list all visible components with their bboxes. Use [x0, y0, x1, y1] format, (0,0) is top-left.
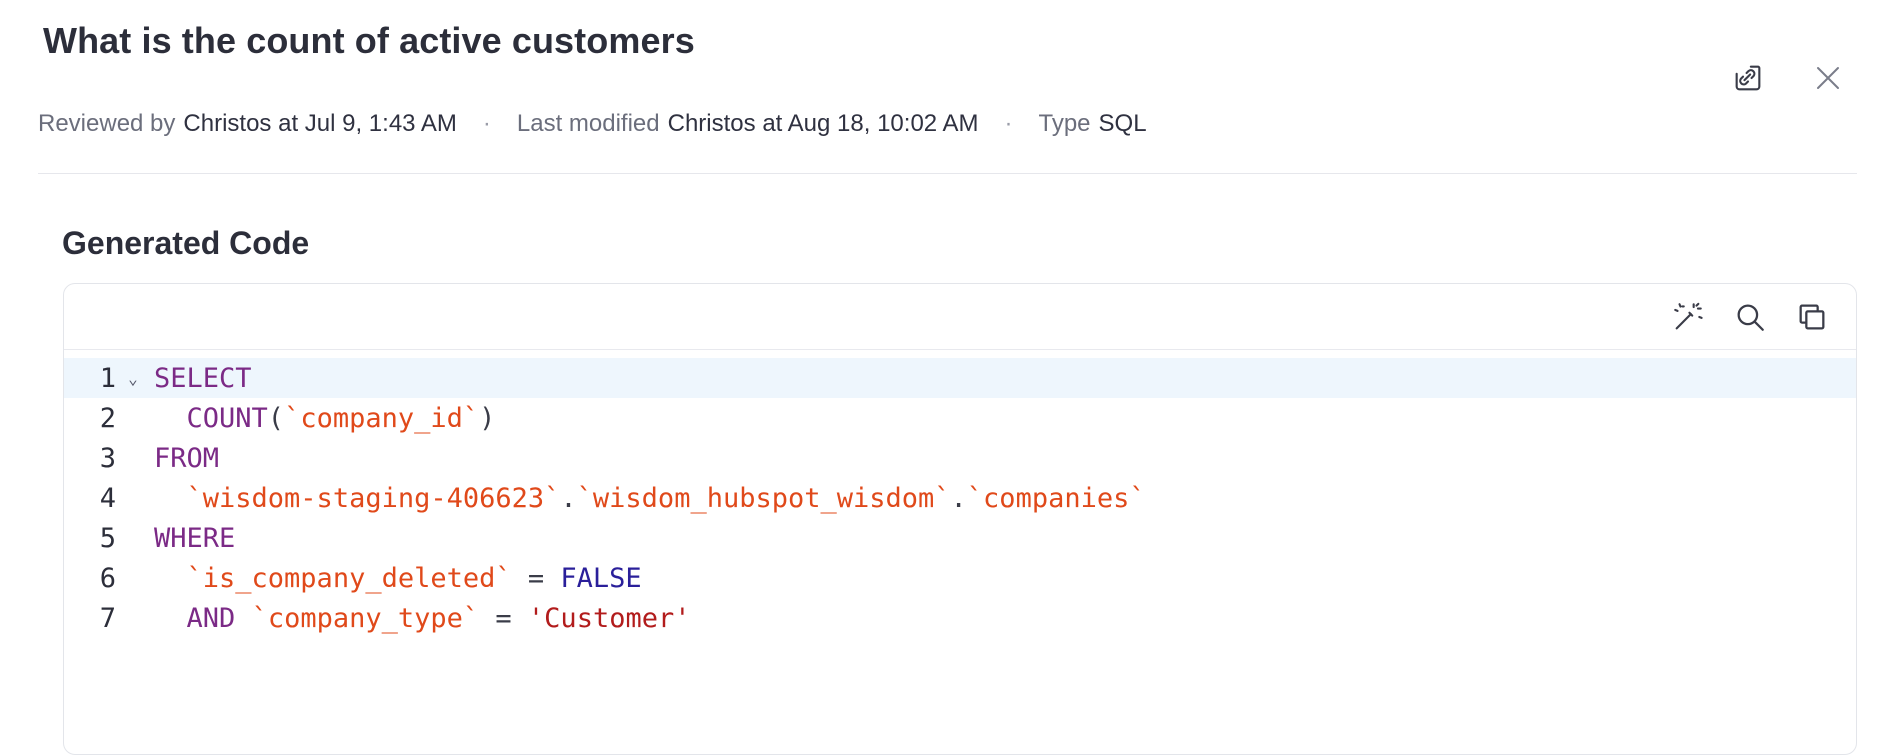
divider — [38, 173, 1857, 174]
copy-icon — [1799, 304, 1825, 329]
section-title: Generated Code — [62, 225, 310, 261]
search-icon — [1737, 304, 1764, 331]
code-token: COUNT — [186, 402, 268, 434]
line-number: 5 — [99, 522, 116, 554]
reviewed-label: Reviewed by — [38, 110, 176, 137]
code-token: FALSE — [560, 562, 642, 594]
code-text: `is_company_deleted` = FALSE — [144, 563, 642, 594]
separator: · — [482, 110, 491, 137]
code-token: AND — [186, 602, 236, 634]
share-link-button[interactable] — [1728, 58, 1768, 98]
reviewed-value: Christos at Jul 9, 1:43 AM — [183, 110, 457, 137]
code-editor[interactable]: 1 ⌄ SELECT 2 COUNT(`company_id`) 3 FROM 4 `wis… — [64, 350, 1856, 638]
code-line[interactable]: 1 ⌄ SELECT — [64, 358, 1856, 398]
code-text: WHERE — [144, 523, 235, 554]
modified-label: Last modified — [516, 110, 660, 137]
code-token: `companies` — [966, 482, 1146, 514]
line-number: 7 — [99, 602, 116, 634]
line-number: 6 — [99, 562, 116, 594]
line-number: 3 — [99, 442, 116, 474]
type-label: Type — [1038, 110, 1091, 137]
copy-code-button[interactable] — [1792, 297, 1832, 337]
fold-toggle-icon[interactable]: ⌄ — [116, 369, 144, 388]
code-line[interactable]: 2 COUNT(`company_id`) — [64, 398, 1856, 438]
code-token: FROM — [154, 442, 220, 474]
code-token: SELECT — [154, 362, 252, 394]
code-toolbar — [64, 284, 1856, 350]
code-token: `company_id` — [284, 402, 480, 434]
type-value: SQL — [1098, 110, 1147, 137]
page-title: What is the count of active customers — [43, 20, 695, 61]
code-token: ( — [267, 402, 285, 434]
format-code-button[interactable] — [1668, 297, 1708, 337]
code-line[interactable]: 4 `wisdom-staging-406623`.`wisdom_hubspo… — [64, 478, 1856, 518]
close-icon — [1817, 67, 1839, 89]
code-text: COUNT(`company_id`) — [144, 402, 496, 434]
separator: · — [1004, 110, 1013, 137]
line-number: 4 — [99, 482, 116, 514]
code-text: SELECT — [144, 363, 252, 394]
header-actions — [1728, 58, 1848, 98]
code-token: `wisdom_hubspot_wisdom` — [576, 482, 951, 514]
magic-wand-icon — [1674, 300, 1703, 329]
close-button[interactable] — [1808, 58, 1848, 98]
code-token: 'Customer' — [527, 602, 691, 634]
code-token: . — [950, 482, 967, 514]
code-token: ) — [479, 402, 496, 434]
code-token: = — [511, 562, 561, 594]
code-token: `is_company_deleted` — [186, 562, 512, 594]
modified-value: Christos at Aug 18, 10:02 AM — [667, 110, 979, 137]
code-line[interactable]: 3 FROM — [64, 438, 1856, 478]
search-code-button[interactable] — [1730, 297, 1770, 337]
metadata-row: Reviewed by Christos at Jul 9, 1:43 AM ·… — [38, 110, 1147, 138]
code-token: . — [560, 482, 577, 514]
code-text: FROM — [144, 443, 219, 474]
code-token: `company_type` — [251, 602, 480, 634]
line-number: 1 — [99, 362, 116, 394]
code-text: AND `company_type` = 'Customer' — [144, 602, 691, 634]
code-token: WHERE — [154, 522, 236, 554]
code-token: = — [479, 602, 528, 634]
code-text: `wisdom-staging-406623`.`wisdom_hubspot_… — [144, 483, 1146, 514]
code-line[interactable]: 7 AND `company_type` = 'Customer' — [64, 598, 1856, 638]
code-token: `wisdom-staging-406623` — [186, 482, 561, 514]
link-share-icon — [1735, 65, 1761, 91]
line-number: 2 — [99, 402, 116, 434]
code-line[interactable]: 6 `is_company_deleted` = FALSE — [64, 558, 1856, 598]
code-panel: 1 ⌄ SELECT 2 COUNT(`company_id`) 3 FROM 4 `wis… — [63, 283, 1857, 755]
code-line[interactable]: 5 WHERE — [64, 518, 1856, 558]
